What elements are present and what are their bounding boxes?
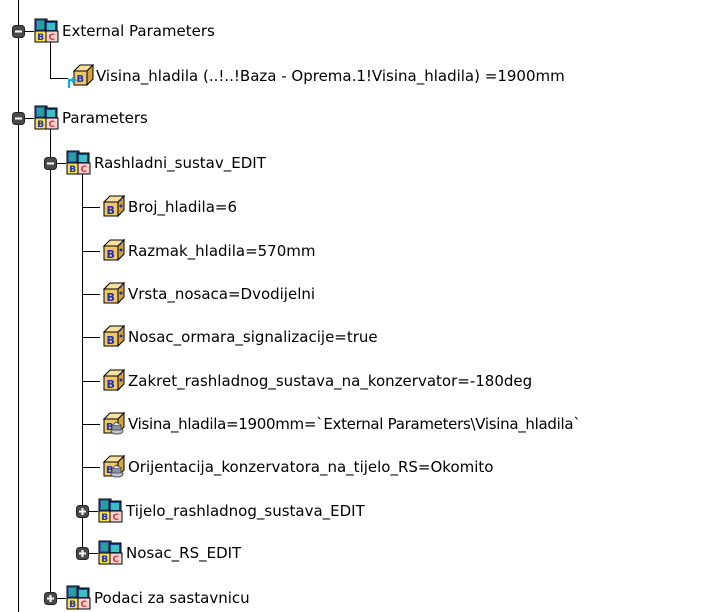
node-label: Visina_hladila (..!..!Baza - Oprema.1!Vi… (96, 67, 565, 85)
tree-line (50, 42, 51, 78)
parameter-set-icon (98, 540, 123, 566)
tree-node-nosac-rs[interactable]: Nosac_RS_EDIT (98, 540, 241, 566)
tree-line (82, 381, 100, 382)
node-label: Razmak_hladila=570mm (128, 242, 316, 260)
tree-node-rashladni-sustav[interactable]: Rashladni_sustav_EDIT (66, 150, 266, 176)
node-label: Orijentacija_konzervatora_na_tijelo_RS=O… (128, 458, 494, 476)
tree-node-podaci-za-sastavnicu[interactable]: Podaci za sastavnicu (66, 585, 250, 611)
node-label: Tijelo_rashladnog_sustava_EDIT (126, 502, 365, 520)
tree-node-parameter[interactable]: Broj_hladila=6 (100, 194, 237, 220)
parameter-icon (103, 239, 125, 262)
tree-node-parameter[interactable]: Razmak_hladila=570mm (100, 238, 316, 264)
node-label: Parameters (62, 109, 148, 127)
external-parameter-icon (68, 63, 94, 89)
node-label: Nosac_ormara_signalizacije=true (128, 328, 378, 346)
parameter-set-icon (34, 105, 59, 131)
minus-expander-icon[interactable] (44, 157, 57, 170)
parameter-set-icon (66, 150, 91, 176)
tree-line (82, 467, 100, 468)
parameter-set-icon (98, 498, 123, 524)
plus-expander-icon[interactable] (76, 505, 89, 518)
formula-parameter-icon (103, 455, 125, 478)
formula-parameter-icon (103, 412, 125, 435)
parameter-icon (103, 282, 125, 305)
parameter-set-icon (34, 18, 59, 44)
parameter-set-icon (66, 585, 91, 611)
node-label: Vrsta_nosaca=Dvodijelni (128, 285, 316, 303)
parameter-icon (103, 369, 125, 392)
tree-line (18, 0, 19, 612)
minus-expander-icon[interactable] (12, 25, 25, 38)
tree-node-parameters[interactable]: Parameters (34, 105, 148, 131)
parameter-tree: External Parameters Visina_hladila (..!.… (0, 0, 711, 612)
tree-node-parameter[interactable]: Vrsta_nosaca=Dvodijelni (100, 281, 315, 307)
tree-node-parameter[interactable]: Nosac_ormara_signalizacije=true (100, 324, 378, 350)
tree-node-external-parameter[interactable]: Visina_hladila (..!..!Baza - Oprema.1!Vi… (68, 63, 565, 89)
tree-node-formula-parameter[interactable]: Orijentacija_konzervatora_na_tijelo_RS=O… (100, 454, 493, 480)
node-label: Nosac_RS_EDIT (126, 544, 242, 562)
tree-node-tijelo-rashladnog-sustava[interactable]: Tijelo_rashladnog_sustava_EDIT (98, 498, 365, 524)
tree-line (82, 207, 100, 208)
tree-node-formula-parameter[interactable]: Visina_hladila=1900mm=`External Paramete… (100, 411, 581, 437)
tree-node-parameter[interactable]: Zakret_rashladnog_sustava_na_konzervator… (100, 368, 532, 394)
tree-line (82, 251, 100, 252)
node-label: Visina_hladila=1900mm=`External Paramete… (128, 415, 581, 433)
tree-line (82, 337, 100, 338)
node-label: Podaci za sastavnicu (94, 589, 250, 607)
tree-line (50, 126, 51, 602)
node-label: Broj_hladila=6 (128, 198, 237, 216)
node-label: Zakret_rashladnog_sustava_na_konzervator… (128, 372, 533, 390)
node-label: Rashladni_sustav_EDIT (94, 154, 266, 172)
plus-expander-icon[interactable] (44, 592, 57, 605)
tree-node-external-parameters[interactable]: External Parameters (34, 18, 215, 44)
tree-line (50, 78, 68, 79)
tree-line (82, 424, 100, 425)
parameter-icon (103, 195, 125, 218)
parameter-icon (103, 325, 125, 348)
tree-line (82, 294, 100, 295)
node-label: External Parameters (62, 22, 215, 40)
tree-line (82, 174, 83, 554)
plus-expander-icon[interactable] (76, 547, 89, 560)
minus-expander-icon[interactable] (12, 112, 25, 125)
